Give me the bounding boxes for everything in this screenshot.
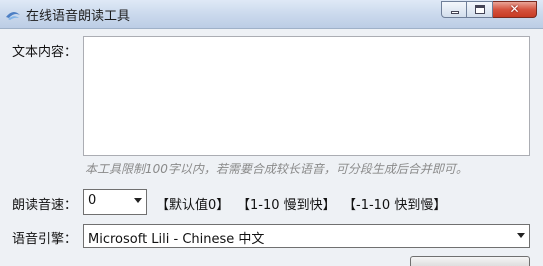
maximize-icon (475, 5, 485, 14)
speed-note-fast-slow: 【-1-10 快到慢】 (343, 198, 447, 213)
speed-select[interactable]: 0 (83, 189, 147, 215)
length-hint: 本工具限制100字以内，若需要合成较长语音，可分段生成后合并即可。 (85, 162, 468, 176)
close-button[interactable]: ✕ (493, 1, 537, 18)
engine-label: 语音引擎： (12, 232, 78, 247)
window-controls: ✕ (441, 1, 537, 18)
engine-select[interactable]: Microsoft Lili - Chinese 中文 (83, 224, 530, 248)
speed-value: 0 (88, 193, 97, 208)
close-icon: ✕ (509, 2, 520, 16)
app-icon (6, 11, 20, 20)
engine-value: Microsoft Lili - Chinese 中文 (88, 232, 265, 247)
minimize-button[interactable] (441, 1, 467, 18)
text-content-input[interactable] (83, 36, 530, 156)
chevron-down-icon (134, 198, 142, 203)
chevron-down-icon (517, 233, 525, 238)
window-title: 在线语音朗读工具 (26, 9, 131, 24)
text-content-label: 文本内容： (12, 45, 78, 60)
title-bar[interactable]: 在线语音朗读工具 ✕ (0, 0, 543, 29)
speed-label: 朗读音速： (12, 198, 78, 213)
action-button-partial[interactable] (410, 256, 530, 266)
maximize-button[interactable] (467, 1, 493, 18)
minimize-icon (451, 11, 459, 14)
speed-note-default: 【默认值0】 (156, 198, 230, 213)
speed-note-slow-fast: 【1-10 慢到快】 (237, 198, 336, 213)
